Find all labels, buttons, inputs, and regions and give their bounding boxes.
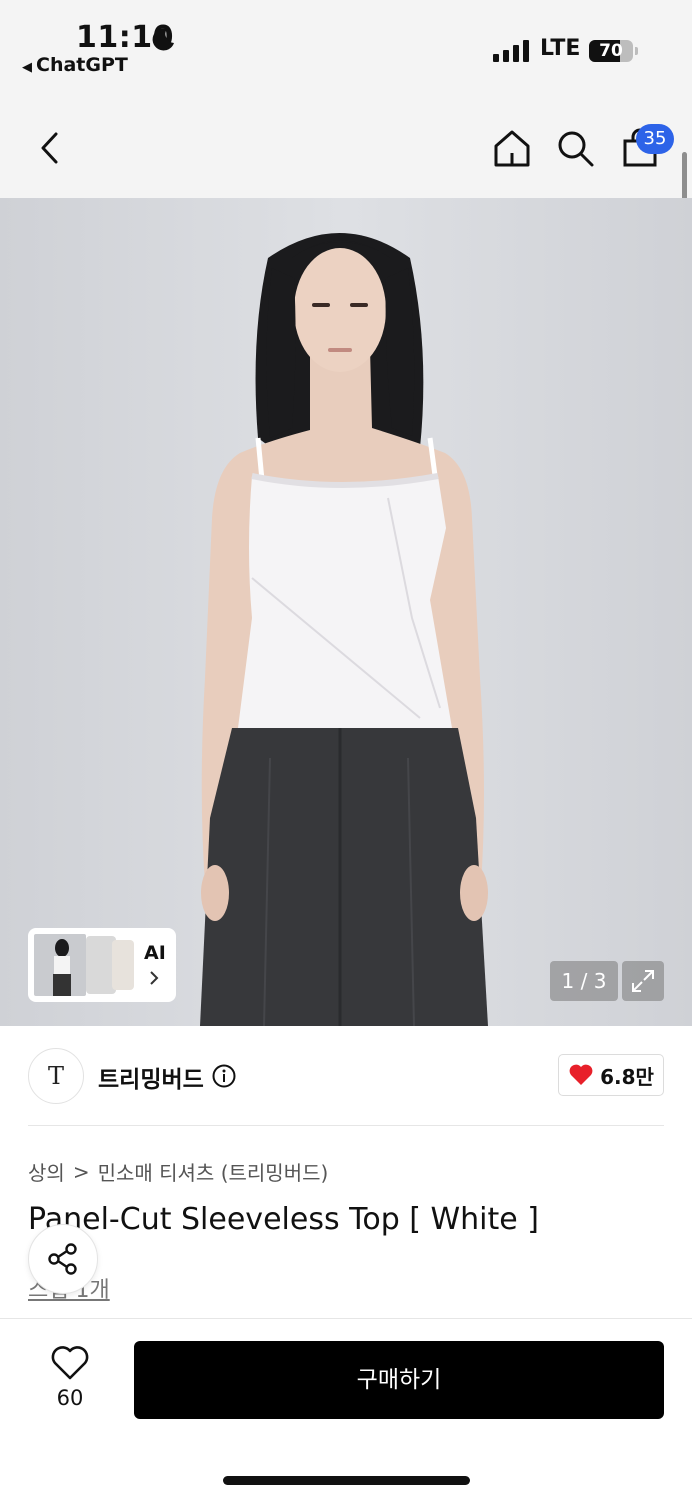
- back-button[interactable]: [28, 126, 72, 170]
- battery-icon: 70: [589, 40, 633, 62]
- back-to-app-link[interactable]: ◀ ChatGPT: [22, 54, 128, 76]
- moon-icon: [152, 28, 174, 51]
- breadcrumb: 상의 > 민소매 티셔츠 (트리밍버드): [28, 1157, 328, 1186]
- brand-like-count: 6.8만: [600, 1064, 654, 1089]
- share-button[interactable]: [28, 1224, 98, 1294]
- thumbnail-3: [112, 940, 134, 990]
- back-triangle-icon: ◀: [22, 60, 32, 75]
- chevron-right-icon: [150, 971, 159, 985]
- battery-level: 70: [599, 41, 623, 61]
- product-title: Panel-Cut Sleeveless Top [ White ]: [28, 1202, 539, 1237]
- buy-button[interactable]: 구매하기: [134, 1341, 664, 1419]
- home-button[interactable]: [490, 126, 534, 170]
- back-app-label: ChatGPT: [36, 54, 128, 76]
- model-photo: [200, 233, 488, 1026]
- share-icon: [48, 1243, 77, 1275]
- heart-outline-icon: [51, 1346, 89, 1380]
- network-label: LTE: [540, 36, 581, 61]
- heart-filled-icon: [569, 1064, 593, 1085]
- ai-thumbnail-strip[interactable]: [28, 928, 176, 1002]
- chevron-left-icon: [41, 132, 58, 164]
- home-indicator: [223, 1476, 470, 1485]
- breadcrumb-separator: >: [72, 1159, 90, 1184]
- cart-count-badge: 35: [636, 124, 674, 154]
- nav-bar: [0, 96, 692, 198]
- ai-label: AI: [144, 942, 166, 964]
- home-icon: [494, 130, 530, 167]
- breadcrumb-category[interactable]: 상의: [28, 1157, 65, 1186]
- status-bar: 11:10 ◀ ChatGPT LTE 70: [0, 0, 692, 96]
- signal-icon: [493, 40, 529, 62]
- wishlist-count: 60: [56, 1386, 84, 1410]
- divider: [28, 1125, 664, 1126]
- search-button[interactable]: [553, 126, 597, 170]
- brand-like-button[interactable]: 6.8만: [558, 1054, 664, 1096]
- expand-icon: [632, 970, 654, 992]
- brand-name[interactable]: 트리밍버드: [98, 1060, 204, 1094]
- thumbnail-1: [32, 932, 88, 998]
- search-icon: [558, 131, 594, 167]
- brand-logo-text: T: [47, 1062, 64, 1090]
- info-icon[interactable]: [212, 1064, 236, 1088]
- product-image[interactable]: AI 1 / 3: [0, 198, 692, 1026]
- image-pager: 1 / 3: [550, 961, 618, 1001]
- breadcrumb-subcategory[interactable]: 민소매 티셔츠 (트리밍버드): [98, 1157, 329, 1186]
- brand-logo[interactable]: T: [28, 1048, 84, 1104]
- expand-button[interactable]: [622, 961, 664, 1001]
- battery-tip: [635, 47, 638, 55]
